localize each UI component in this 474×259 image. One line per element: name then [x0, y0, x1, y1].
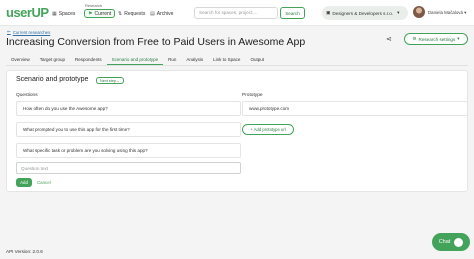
nav-current-label: Current: [94, 10, 112, 17]
share-icon[interactable]: ⋖: [386, 35, 392, 43]
chat-bubble-icon: [454, 237, 464, 247]
prototype-url-item[interactable]: www.prototype.com: [242, 101, 468, 116]
scenario-card: Scenario and prototype Next step → Quest…: [6, 70, 468, 192]
cancel-link[interactable]: Cancel: [37, 180, 51, 185]
spaces-icon: ▦: [52, 10, 57, 17]
user-name[interactable]: Daniela Mačalová ▾: [428, 10, 466, 16]
section-title: Scenario and prototype: [16, 76, 89, 83]
search-input[interactable]: Search for spaces, project,...: [194, 7, 278, 19]
chevron-down-icon: ▾: [397, 10, 400, 15]
breadcrumb-label: Current researches: [12, 29, 51, 35]
question-item[interactable]: What prompted you to use this app for th…: [16, 122, 241, 137]
nav-archive-label: Archive: [156, 10, 174, 17]
tab-bar: Overview Target group Respondents Scenar…: [6, 54, 468, 66]
research-settings-button[interactable]: ⚙ Research settings ▾: [404, 33, 468, 45]
question-item[interactable]: How often do you use the Awesome app?: [16, 101, 241, 116]
api-version: API Version: 2.0.6: [6, 249, 43, 254]
arrow-right-icon: →: [116, 78, 120, 83]
chat-label: Chat: [438, 239, 451, 245]
questions-heading: Questions: [16, 93, 38, 98]
nav-spaces[interactable]: ▦ Spaces: [52, 9, 75, 18]
add-prototype-label: Add prototype url: [253, 127, 286, 132]
tab-analysis[interactable]: Analysis: [181, 54, 208, 65]
search-button[interactable]: Search: [280, 7, 305, 19]
page-title: Increasing Conversion from Free to Paid …: [6, 36, 306, 48]
plus-icon: +: [250, 127, 253, 132]
nav-current[interactable]: ⚑ Current: [84, 9, 116, 18]
chevron-down-icon: ▾: [464, 10, 467, 15]
organization-select[interactable]: ▣ Designers & Developers s.r.o. ▾: [322, 6, 408, 20]
app-logo[interactable]: userUP: [6, 5, 49, 20]
research-settings-label: Research settings: [418, 36, 456, 42]
user-name-label: Daniela Mačalová: [428, 10, 463, 15]
research-nav-label: Research: [85, 3, 103, 8]
tab-target-group[interactable]: Target group: [35, 54, 70, 65]
breadcrumb[interactable]: ⇐ Current researches: [7, 29, 50, 35]
current-icon: ⚑: [88, 10, 93, 17]
add-question-button[interactable]: Add: [16, 178, 32, 187]
tab-respondents[interactable]: Respondents: [70, 54, 107, 65]
nav-requests-label: Requests: [124, 10, 146, 17]
question-item[interactable]: What specific task or problem are you so…: [16, 143, 241, 158]
nav-spaces-label: Spaces: [58, 10, 76, 17]
gear-icon: ⚙: [412, 36, 417, 41]
next-step-label: Next step: [100, 78, 117, 83]
tab-output[interactable]: Output: [245, 54, 269, 65]
avatar[interactable]: [413, 6, 425, 18]
archive-icon: ▤: [150, 10, 155, 17]
question-text-input[interactable]: Question text: [16, 162, 241, 174]
requests-icon: ⇅: [118, 10, 123, 17]
top-header: userUP Research ▦ Spaces ⚑ Current ⇅ Req…: [0, 0, 474, 26]
tab-run[interactable]: Run: [163, 54, 181, 65]
prototype-heading: Prototype: [242, 93, 263, 98]
tab-link-to-space[interactable]: Link to Space: [208, 54, 245, 65]
building-icon: ▣: [326, 10, 331, 15]
tab-scenario-and-prototype[interactable]: Scenario and prototype: [106, 54, 164, 65]
add-prototype-button[interactable]: + Add prototype url: [242, 124, 294, 135]
back-arrow-icon: ⇐: [7, 29, 11, 34]
next-step-button[interactable]: Next step →: [96, 77, 124, 84]
chevron-down-icon: ▾: [457, 36, 460, 41]
tab-overview[interactable]: Overview: [6, 54, 35, 65]
chat-button[interactable]: Chat: [432, 233, 470, 251]
nav-archive[interactable]: ▤ Archive: [150, 9, 173, 18]
nav-requests[interactable]: ⇅ Requests: [118, 9, 145, 18]
organization-name: Designers & Developers s.r.o.: [332, 10, 394, 16]
